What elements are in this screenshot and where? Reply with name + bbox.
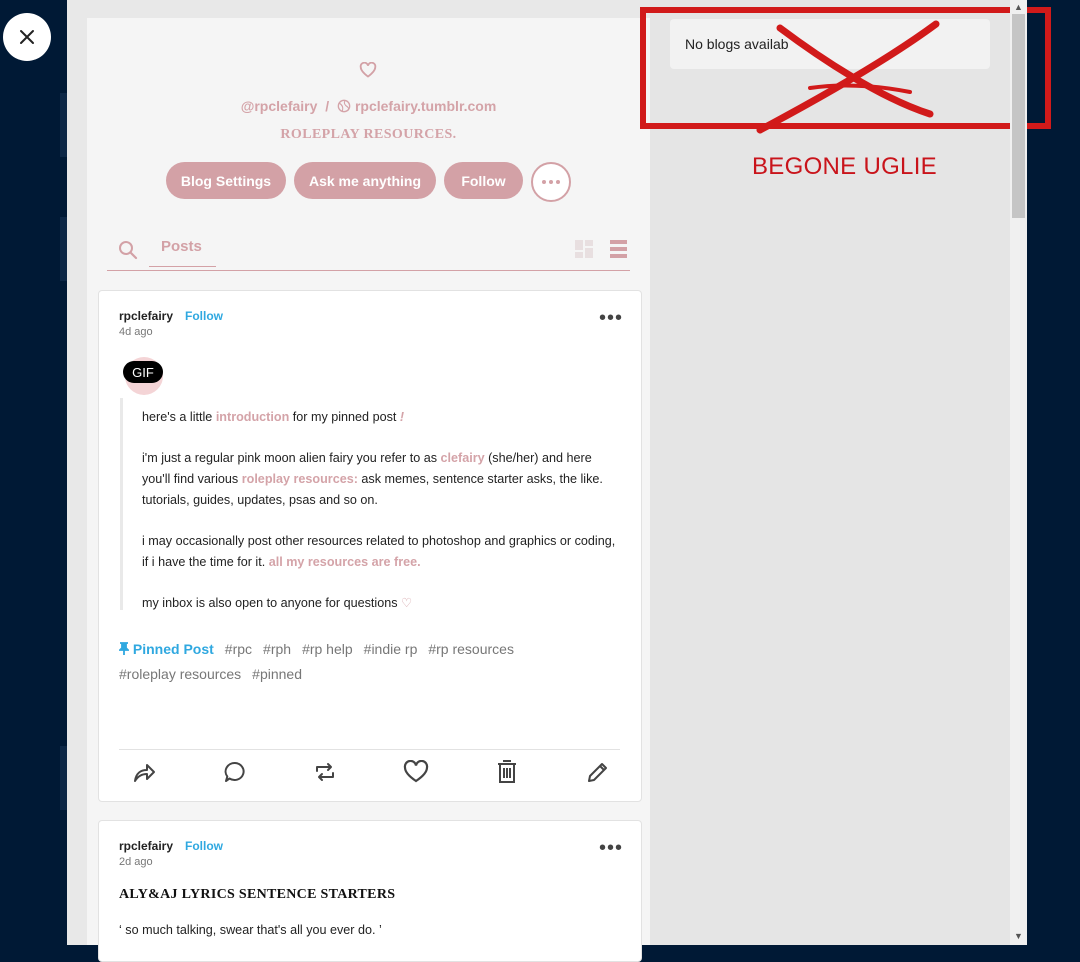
gif-badge: GIF xyxy=(123,361,163,383)
follow-button[interactable]: Follow xyxy=(444,162,523,199)
search-icon[interactable] xyxy=(118,240,138,260)
text-span: i'm just a regular pink moon alien fairy… xyxy=(142,451,441,465)
close-icon xyxy=(20,30,34,44)
text-span: for my pinned post xyxy=(289,410,400,424)
free-resources-link[interactable]: all my resources are free. xyxy=(269,555,421,569)
pinned-post-label[interactable]: Pinned Post xyxy=(117,641,214,657)
tag[interactable]: #roleplay resources xyxy=(119,666,241,682)
post-follow-link[interactable]: Follow xyxy=(185,309,223,323)
body-paragraph: my inbox is also open to anyone for ques… xyxy=(142,593,622,614)
tab-posts[interactable]: Posts xyxy=(161,238,202,255)
post-card: rpclefairy Follow 4d ago ••• GIF here's … xyxy=(98,290,642,802)
body-paragraph: here's a little introduction for my pinn… xyxy=(142,407,622,428)
pin-icon xyxy=(117,642,131,655)
body-paragraph: i may occasionally post other resources … xyxy=(142,531,622,573)
post-tags: Pinned Post #rpc #rph #rp help #indie rp #rp … xyxy=(117,637,619,687)
actions-divider xyxy=(119,749,620,750)
scrollbar[interactable]: ▲ ▼ xyxy=(1010,0,1027,945)
scroll-down-arrow[interactable]: ▼ xyxy=(1014,931,1023,941)
body-paragraph: i'm just a regular pink moon alien fairy… xyxy=(142,448,622,511)
tag[interactable]: #pinned xyxy=(252,666,302,682)
post-username[interactable]: rpclefairy xyxy=(119,309,173,323)
text-span: my inbox is also open to anyone for ques… xyxy=(142,596,402,610)
edit-pencil-icon[interactable] xyxy=(586,760,608,784)
share-icon[interactable] xyxy=(132,760,156,784)
more-options-button[interactable] xyxy=(531,162,571,202)
post-menu-button[interactable]: ••• xyxy=(599,838,623,858)
roleplay-resources-link[interactable]: roleplay resources: xyxy=(242,472,358,486)
clefairy-link[interactable]: clefairy xyxy=(441,451,485,465)
reblog-icon[interactable] xyxy=(313,760,337,784)
post-username[interactable]: rpclefairy xyxy=(119,839,173,853)
post-menu-button[interactable]: ••• xyxy=(599,308,623,328)
blog-description: ROLEPLAY RESOURCES. xyxy=(280,127,457,142)
separator: / xyxy=(325,98,330,114)
globe-icon xyxy=(337,99,351,113)
like-heart-icon[interactable] xyxy=(403,760,429,784)
post-follow-link[interactable]: Follow xyxy=(185,839,223,853)
text-span: ! xyxy=(399,410,405,424)
more-icon xyxy=(542,180,560,184)
post-body: here's a little introduction for my pinn… xyxy=(142,407,622,614)
ask-button[interactable]: Ask me anything xyxy=(294,162,436,199)
delete-icon[interactable] xyxy=(496,760,518,784)
post-card: rpclefairy Follow 2d ago ••• ALY&AJ LYRI… xyxy=(98,820,642,962)
blog-url[interactable]: rpclefairy.tumblr.com xyxy=(355,98,496,114)
tag[interactable]: #indie rp xyxy=(364,641,418,657)
grid-view-icon[interactable] xyxy=(575,240,593,258)
blog-handle[interactable]: @rpclefairy xyxy=(241,98,318,114)
post-body: ‘ so much talking, swear that's all you … xyxy=(119,923,382,937)
tag[interactable]: #rp resources xyxy=(428,641,514,657)
blog-identity: @rpclefairy / rpclefairy.tumblr.com xyxy=(87,98,650,114)
close-button[interactable] xyxy=(3,13,51,61)
annotation-text: BEGONE UGLIE xyxy=(752,153,937,180)
post-timestamp: 2d ago xyxy=(119,856,153,868)
tag[interactable]: #rpc xyxy=(225,641,252,657)
text-span: here's a little xyxy=(142,410,216,424)
introduction-link[interactable]: introduction xyxy=(216,410,289,424)
side-panel xyxy=(650,0,1010,945)
tab-posts-underline xyxy=(149,266,216,267)
tag[interactable]: #rp help xyxy=(302,641,353,657)
quote-bar xyxy=(120,398,123,610)
blog-settings-button[interactable]: Blog Settings xyxy=(166,162,286,199)
red-annotation-box xyxy=(640,7,1051,129)
post-timestamp: 4d ago xyxy=(119,326,153,338)
small-heart-icon: ♡ xyxy=(401,596,413,610)
tag[interactable]: #rph xyxy=(263,641,291,657)
scroll-thumb[interactable] xyxy=(1012,14,1025,218)
pinned-text: Pinned Post xyxy=(132,641,214,657)
tabs-divider xyxy=(107,270,630,271)
list-view-icon[interactable] xyxy=(610,240,627,258)
comment-icon[interactable] xyxy=(223,760,247,784)
heart-icon xyxy=(359,62,377,78)
post-title: ALY&AJ LYRICS SENTENCE STARTERS xyxy=(119,887,396,902)
scroll-up-arrow[interactable]: ▲ xyxy=(1014,2,1023,12)
